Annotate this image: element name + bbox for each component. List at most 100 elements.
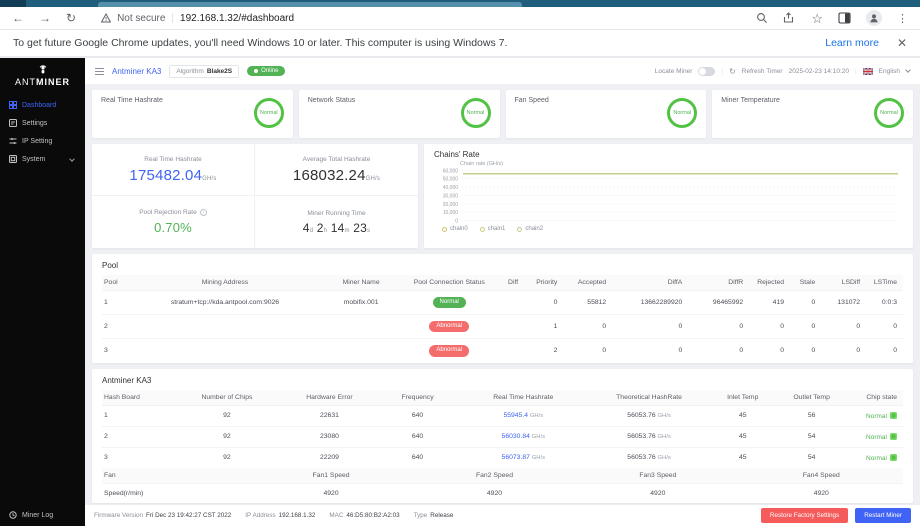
legend-item-chain2[interactable]: chain2 [517,226,543,232]
ip-info: IP Address 192.168.1.32 [245,512,316,519]
card-network-status: Network Status Normal [298,90,500,138]
sidebar-item-label: IP Setting [22,137,53,145]
learn-more-link[interactable]: Learn more [825,37,879,49]
address-bar[interactable]: Not secure | 192.168.1.32/#dashboard [101,13,294,24]
chart-title: Chains' Rate [434,150,480,159]
col-real-time-hashrate: Real Time Hashrate [459,389,588,406]
status-ring-label: Normal [880,110,898,116]
chip-state-label: Normal [866,433,887,441]
col-pool: Pool [102,275,131,291]
browser-tab[interactable] [98,2,522,7]
chevron-down-icon [905,67,911,73]
status-badge: Abnormal [429,321,470,333]
device-name: Antminer KA3 [112,66,162,76]
online-status-badge: Online [247,66,286,76]
col-chip-state: Chip state [848,389,903,406]
stats-chart-row: Real Time Hashrate 175482.04GH/s Average… [92,144,913,248]
col-fan: Fan [102,467,250,484]
reload-icon[interactable]: ↻ [66,12,76,24]
profile-avatar[interactable] [866,10,882,26]
miner-dashboard-app: ANTMINER Dashboard Settings IP Setting S… [0,58,920,526]
algorithm-value: Blake2S [206,67,233,75]
sidebar-item-miner-log[interactable]: Miner Log [9,511,53,519]
locate-miner-toggle[interactable] [698,66,716,76]
share-icon[interactable] [783,12,796,24]
col-diffa: DiffA [612,275,689,291]
restart-miner-button[interactable]: Restart Miner [855,508,911,523]
stat-real-time-hashrate: Real Time Hashrate 175482.04GH/s [92,144,255,196]
status-cards-row: Real Time Hashrate Normal Network Status… [92,90,913,138]
stat-value: 0.70% [154,220,192,235]
refresh-icon[interactable]: ↻ [729,67,736,76]
status-ring: Normal [460,98,491,128]
legend-marker [479,226,485,232]
fan4-speed-value: 4920 [739,482,903,503]
sidebar-item-system[interactable]: System [0,150,85,168]
col-priority: Priority [524,275,564,291]
mining-address [130,314,320,339]
col-diff: Diff [495,275,525,291]
tune-sliders-icon [9,138,17,144]
type-info: Type Release [413,512,454,519]
security-label: Not secure [117,12,166,24]
fan3-speed-value: 4920 [576,482,740,503]
chip-ok-icon [890,411,897,419]
col-hash-board: Hash Board [102,389,171,406]
info-icon[interactable]: i [199,209,207,216]
restore-factory-settings-button[interactable]: Restore Factory Settings [760,508,849,523]
stat-label: Real Time Hashrate [144,155,202,163]
close-notice-icon[interactable]: ✕ [897,37,907,49]
sidebar-item-settings[interactable]: Settings [0,114,85,132]
col-lsdiff: LSDiff [821,275,867,291]
col-fan4-speed: Fan4 Speed [739,467,903,484]
sidebar-item-ip-setting[interactable]: IP Setting [0,132,85,150]
svg-text:0: 0 [455,218,458,224]
forward-icon[interactable]: → [39,12,51,24]
fan-table: Fan Fan1 Speed Fan2 Speed Fan3 Speed Fan… [102,467,903,503]
legend-item-chain0[interactable]: chain0 [442,226,468,232]
sidebar-item-dashboard[interactable]: Dashboard [0,96,85,114]
chevron-down-icon [69,156,75,162]
stat-label: Pool Rejection Rate i [139,209,207,216]
col-lstime: LSTime [866,275,903,291]
pool-panel: Pool Pool Mining Address Miner Name Pool… [92,254,913,363]
divider: | [721,67,724,75]
warning-icon [101,13,112,23]
miner-figure-icon [39,65,46,74]
main-content: Antminer KA3 Algorithm Blake2S Online Lo… [85,58,920,526]
stat-average-total-hashrate: Average Total Hashrate 168032.24GH/s [255,144,418,196]
fan2-speed-value: 4920 [412,482,577,503]
fan-speed-label: Speed(r/min) [102,482,250,503]
language-selector[interactable]: English [879,68,900,75]
browser-menu-icon[interactable]: ⋮ [897,12,908,25]
bookmark-star-icon[interactable]: ☆ [811,12,823,25]
col-diffr: DiffR [688,275,750,291]
chip-ok-icon [890,432,897,440]
stat-value: 175482.04GH/s [129,166,217,184]
uk-flag-icon [862,67,873,75]
stat-miner-running-time: Miner Running Time 4d 2h 14m 23s [255,196,418,248]
col-frequency: Frequency [375,389,460,406]
board-row-3: 3 92 22209 640 56073.87 GH/s 56053.76 GH… [102,446,903,468]
col-number-of-chips: Number of Chips [170,389,283,406]
card-title: Miner Temperature [721,97,780,104]
algorithm-chip: Algorithm Blake2S [169,64,240,78]
menu-toggle-icon[interactable] [95,67,104,75]
chrome-update-notice: To get future Google Chrome updates, you… [0,30,920,58]
chart-legend: chain0 chain1 chain2 [442,226,903,232]
notice-message: To get future Google Chrome updates, you… [13,37,508,49]
col-rejected: Rejected [749,275,791,291]
col-fan1-speed: Fan1 Speed [249,467,413,484]
fan-header-row: Fan Fan1 Speed Fan2 Speed Fan3 Speed Fan… [102,467,903,484]
boards-panel: Antminer KA3 Hash Board Number of Chips … [92,368,913,503]
back-icon[interactable]: ← [12,12,24,24]
legend-marker [442,226,447,232]
legend-item-chain1[interactable]: chain1 [479,226,505,232]
stat-value: 168032.24GH/s [292,166,381,184]
side-panel-icon[interactable] [838,12,851,24]
sidebar: ANTMINER Dashboard Settings IP Setting S… [0,58,85,526]
sidebar-item-label: System [22,155,46,163]
svg-text:50,000: 50,000 [443,177,458,183]
zoom-icon[interactable] [756,12,768,24]
svg-text:30,000: 30,000 [443,193,458,199]
